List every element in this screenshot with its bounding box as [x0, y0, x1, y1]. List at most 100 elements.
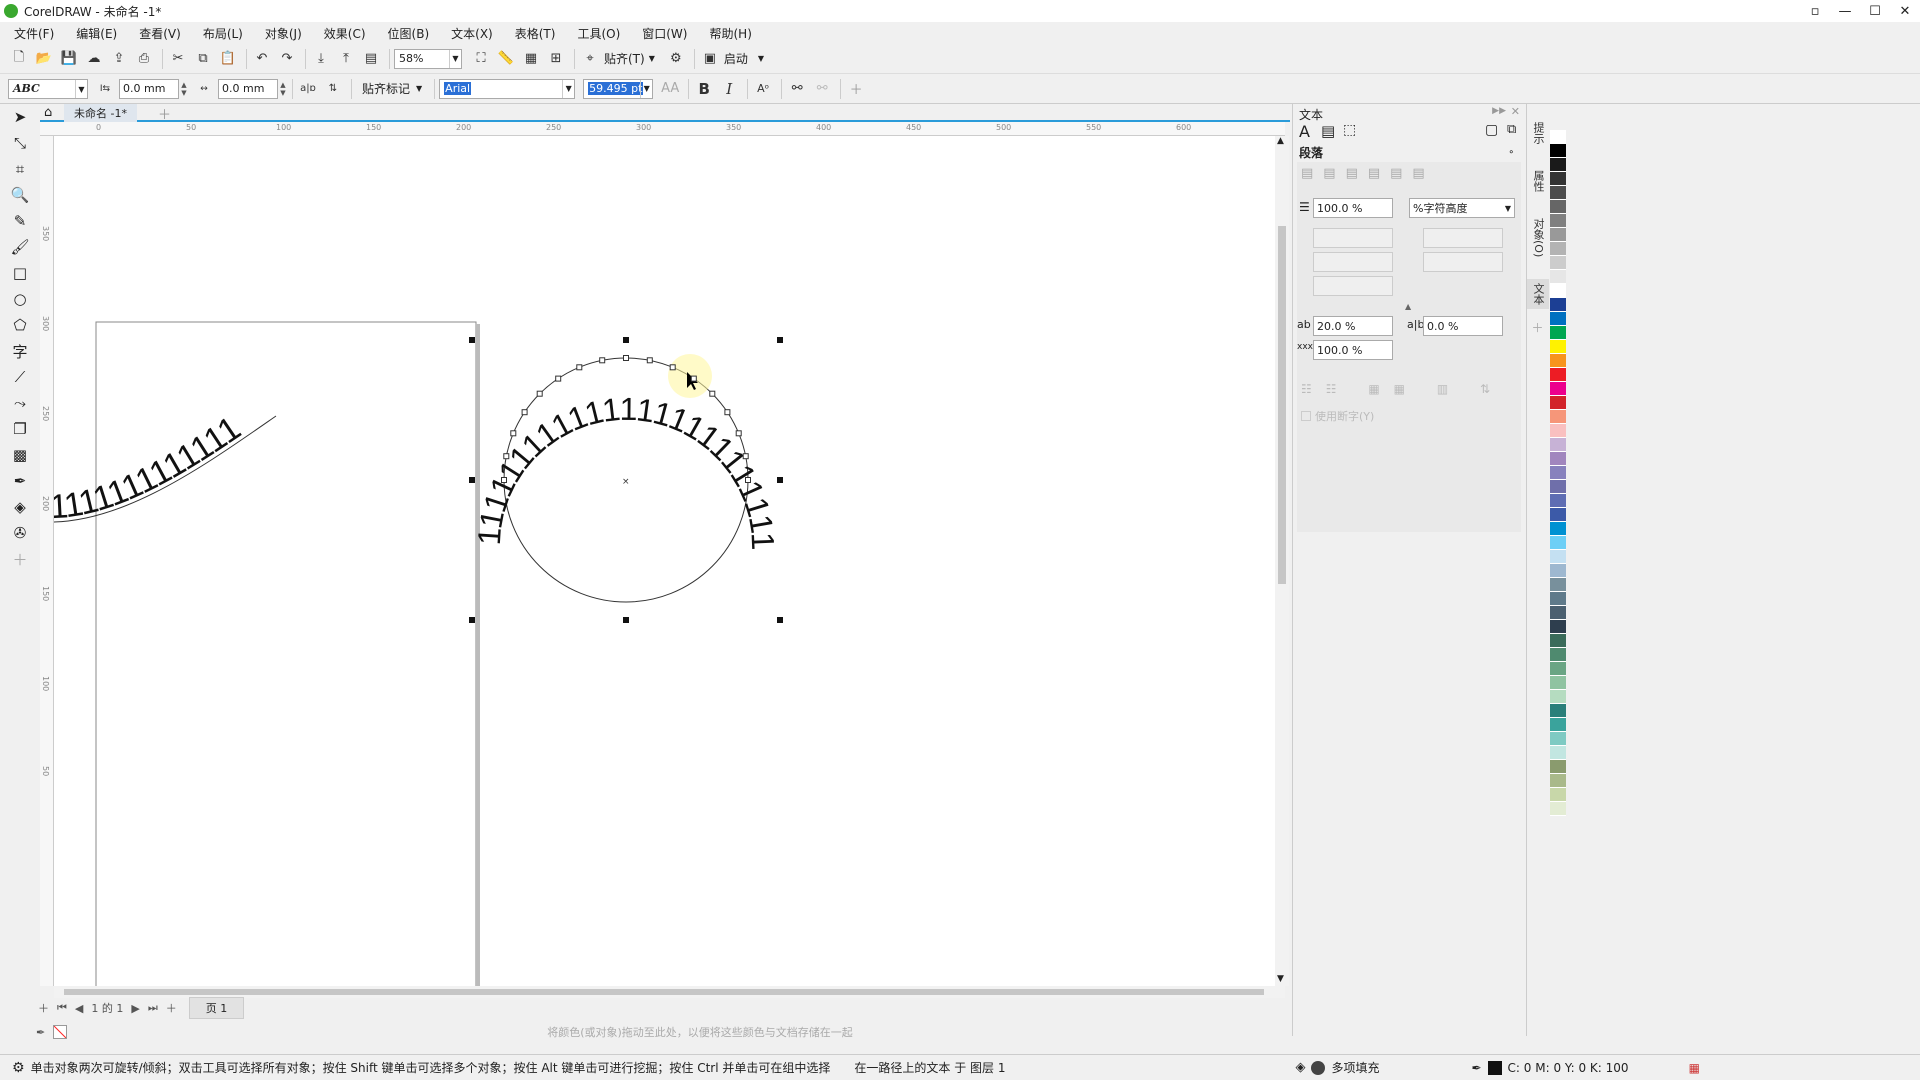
- indent-first-input[interactable]: [1313, 228, 1393, 248]
- character-icon[interactable]: A: [1299, 122, 1310, 141]
- char-spacing-input[interactable]: 20.0 %: [1313, 316, 1393, 336]
- cloud-upload-icon[interactable]: ⇪: [108, 48, 130, 70]
- color-swatch[interactable]: [1550, 662, 1566, 676]
- hyphenation-checkbox[interactable]: [1301, 411, 1311, 421]
- color-swatch[interactable]: [1550, 298, 1566, 312]
- text-tool-icon[interactable]: 字: [6, 338, 34, 364]
- lang-spacing-input[interactable]: 100.0 %: [1313, 340, 1393, 360]
- document-tab[interactable]: 未命名 -1*: [64, 104, 137, 122]
- color-swatch[interactable]: [1550, 340, 1566, 354]
- cloud-icon[interactable]: ☁: [83, 48, 105, 70]
- first-page-icon[interactable]: ⏮: [57, 1001, 67, 1015]
- color-swatch[interactable]: [1550, 522, 1566, 536]
- expand-icon[interactable]: ▶▶: [1492, 106, 1506, 116]
- frame-icon[interactable]: ⬚: [1343, 122, 1356, 138]
- paste-icon[interactable]: 📋: [217, 48, 239, 70]
- line-spacing-unit-combo[interactable]: %字符高度 ▼: [1409, 198, 1515, 218]
- text-orientation-combo[interactable]: ABC ▼: [8, 78, 88, 99]
- space-after-input[interactable]: [1423, 252, 1503, 272]
- ellipse-tool-icon[interactable]: ○: [6, 286, 34, 312]
- prev-page-icon[interactable]: ◀: [75, 1002, 83, 1015]
- color-swatch[interactable]: [1550, 732, 1566, 746]
- color-swatch[interactable]: [1550, 802, 1566, 816]
- polygon-tool-icon[interactable]: ⬠: [6, 312, 34, 338]
- color-swatch[interactable]: [1550, 368, 1566, 382]
- color-swatch[interactable]: [1550, 452, 1566, 466]
- show-rulers-icon[interactable]: 📏: [495, 48, 517, 70]
- side-tab-objects[interactable]: 对象(O): [1527, 214, 1549, 261]
- next-page-icon[interactable]: ▶: [131, 1002, 139, 1015]
- cut-icon[interactable]: ✂: [167, 48, 189, 70]
- menu-object[interactable]: 对象(J): [265, 25, 302, 42]
- color-swatch[interactable]: [1550, 214, 1566, 228]
- color-swatch[interactable]: [1550, 326, 1566, 340]
- menu-text[interactable]: 文本(X): [451, 25, 493, 42]
- menu-file[interactable]: 文件(F): [14, 25, 54, 42]
- popout-icon[interactable]: ⧉: [1507, 122, 1516, 137]
- rectangle-tool-icon[interactable]: □: [6, 260, 34, 286]
- color-swatch[interactable]: [1550, 578, 1566, 592]
- open-icon[interactable]: 📂: [33, 48, 55, 70]
- freehand-tool-icon[interactable]: ✎: [6, 208, 34, 234]
- paragraph-icon[interactable]: ▤: [1321, 122, 1335, 140]
- show-grid-icon[interactable]: ▦: [520, 48, 542, 70]
- new-tab-icon[interactable]: ＋: [158, 104, 171, 123]
- color-swatch[interactable]: [1550, 144, 1566, 158]
- crop-tool-icon[interactable]: ⌗: [6, 156, 34, 182]
- color-swatch[interactable]: [1550, 354, 1566, 368]
- pick-tool-icon[interactable]: ➤: [6, 104, 34, 130]
- font-scale-icon[interactable]: AA: [659, 78, 681, 100]
- color-swatch[interactable]: [1550, 256, 1566, 270]
- interactive-fill-icon[interactable]: ◈: [6, 494, 34, 520]
- snap-dropdown[interactable]: 贴齐(T): [604, 50, 645, 67]
- home-icon[interactable]: ⌂: [44, 105, 52, 120]
- color-swatch[interactable]: [1550, 620, 1566, 634]
- menu-bitmaps[interactable]: 位图(B): [388, 25, 430, 42]
- maximize-button[interactable]: ☐: [1860, 0, 1890, 22]
- scroll-up-icon[interactable]: ▲: [1277, 136, 1284, 146]
- add-page-icon[interactable]: ＋: [38, 1000, 49, 1016]
- no-fill-swatch[interactable]: [53, 1025, 68, 1039]
- color-swatch[interactable]: [1550, 200, 1566, 214]
- color-swatch[interactable]: [1550, 186, 1566, 200]
- menu-layout[interactable]: 布局(L): [203, 25, 243, 42]
- color-swatch[interactable]: [1550, 242, 1566, 256]
- drop-shadow-icon[interactable]: ❐: [6, 416, 34, 442]
- offset-spinner[interactable]: ▲ ▼: [278, 79, 288, 99]
- snap-marks-button[interactable]: 贴齐标记: [362, 80, 410, 97]
- color-swatch[interactable]: [1550, 312, 1566, 326]
- close-docker-icon[interactable]: ✕: [1511, 105, 1520, 118]
- artistic-media-icon[interactable]: 🖌: [6, 234, 34, 260]
- vertical-scroll-thumb[interactable]: [1278, 226, 1286, 584]
- side-tab-text[interactable]: 文本: [1527, 279, 1549, 310]
- color-swatch[interactable]: [1550, 536, 1566, 550]
- gear-icon[interactable]: ⚙: [665, 48, 687, 70]
- print-icon[interactable]: ⎙: [133, 48, 155, 70]
- last-page-icon[interactable]: ⏭: [148, 1001, 158, 1015]
- color-swatch[interactable]: [1550, 606, 1566, 620]
- smart-fill-icon[interactable]: ✇: [6, 520, 34, 546]
- fit-text-to-path-icon[interactable]: ⚯: [786, 78, 808, 100]
- space-before-input[interactable]: [1423, 228, 1503, 248]
- indent-left-input[interactable]: [1313, 252, 1393, 272]
- color-swatch[interactable]: [1550, 228, 1566, 242]
- color-swatch[interactable]: [1550, 158, 1566, 172]
- menu-tools[interactable]: 工具(O): [577, 25, 620, 42]
- unfit-path-icon[interactable]: ⚯: [811, 78, 833, 100]
- line-spacing-input[interactable]: 100.0 %: [1313, 198, 1393, 218]
- add-tool-icon[interactable]: ＋: [6, 546, 34, 572]
- word-spacing-input[interactable]: 0.0 %: [1423, 316, 1503, 336]
- menu-effects[interactable]: 效果(C): [324, 25, 366, 42]
- gear-icon[interactable]: ⚙: [12, 1060, 25, 1076]
- drawing-canvas[interactable]: 11111111111111 1111111111111111111111111…: [54, 136, 1285, 986]
- scroll-down-icon[interactable]: ▼: [1277, 974, 1284, 984]
- color-swatch[interactable]: [1550, 718, 1566, 732]
- horizontal-ruler[interactable]: 0 50 100 150 200 250 300 350 400 450 500 550 600: [40, 122, 1285, 136]
- eyedropper-icon[interactable]: ✒: [36, 1026, 45, 1039]
- mirror-vertical-icon[interactable]: ⇅: [322, 78, 344, 100]
- color-swatch[interactable]: [1550, 130, 1566, 144]
- color-swatch[interactable]: [1550, 690, 1566, 704]
- color-swatch[interactable]: [1550, 550, 1566, 564]
- menu-window[interactable]: 窗口(W): [642, 25, 687, 42]
- launch-icon[interactable]: ▣: [699, 48, 721, 70]
